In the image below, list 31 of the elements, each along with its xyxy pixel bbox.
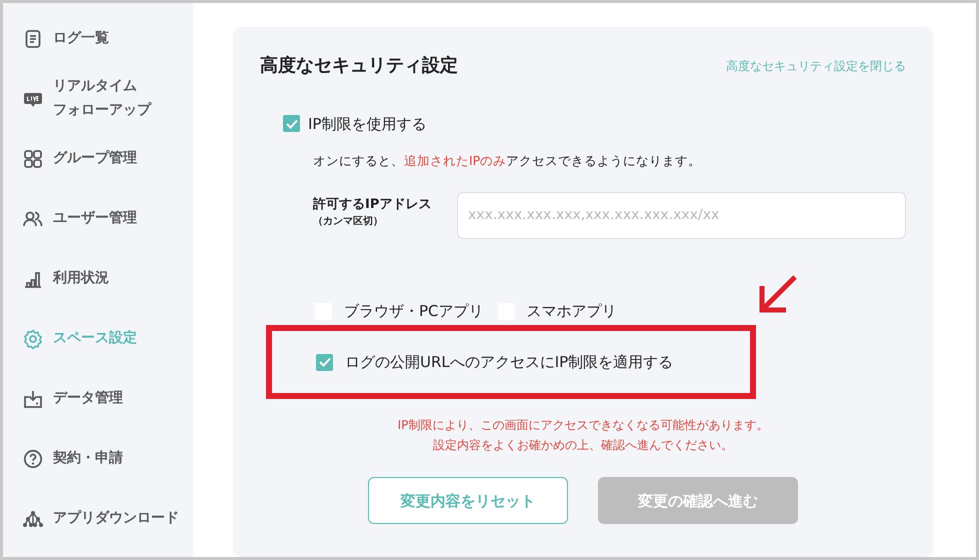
gear-icon [23, 329, 43, 349]
sidebar-item[interactable]: アプリダウンロード [53, 507, 179, 531]
users-icon [23, 209, 43, 229]
sidebar-item[interactable]: グループ管理 [53, 147, 137, 171]
sidebar-item[interactable]: フォローアップ [53, 99, 151, 123]
checkbox-label: スマホアプリ [526, 300, 617, 322]
question-icon [23, 449, 43, 469]
checkbox-label: ログの公開URLへのアクセスにIP制限を適用する [345, 352, 674, 374]
warning-text: 設定内容をよくお確かめの上、確認へ進んでください。 [432, 437, 734, 454]
network-icon [23, 509, 43, 529]
download-icon [23, 389, 43, 409]
checkbox-label: IP制限を使用する [308, 114, 426, 135]
field-label: 許可するIPアドレス [313, 196, 432, 214]
ip-address-field[interactable]: xxx.xxx.xxx.xxx,xxx.xxx.xxx.xxx/xx [457, 192, 906, 239]
sidebar-item[interactable]: リアルタイム [53, 75, 151, 99]
sidebar-item[interactable]: 契約・申請 [53, 447, 123, 471]
checkbox[interactable] [283, 115, 300, 132]
sidebar-item[interactable]: データ管理 [53, 387, 123, 411]
sidebar-item[interactable]: 利用状況 [53, 267, 109, 291]
sidebar-item[interactable]: ユーザー管理 [53, 207, 137, 231]
description-text: オンにすると、追加されたIPのみアクセスできるようになります。 [313, 152, 702, 170]
sidebar-item[interactable]: ログ一覧 [53, 27, 109, 51]
arrow-annotation [760, 274, 798, 312]
checkbox[interactable] [316, 354, 333, 371]
document-icon [23, 29, 43, 49]
checkbox-label: ブラウザ・PCアプリ [344, 300, 484, 322]
field-note: （カンマ区切） [313, 214, 384, 230]
bar-chart-icon [23, 269, 43, 289]
warning-text: IP制限により、この画面にアクセスできなくなる可能性があります。 [396, 417, 770, 434]
panel-title: 高度なセキュリティ設定 [260, 55, 458, 77]
grid-icon [23, 149, 43, 169]
